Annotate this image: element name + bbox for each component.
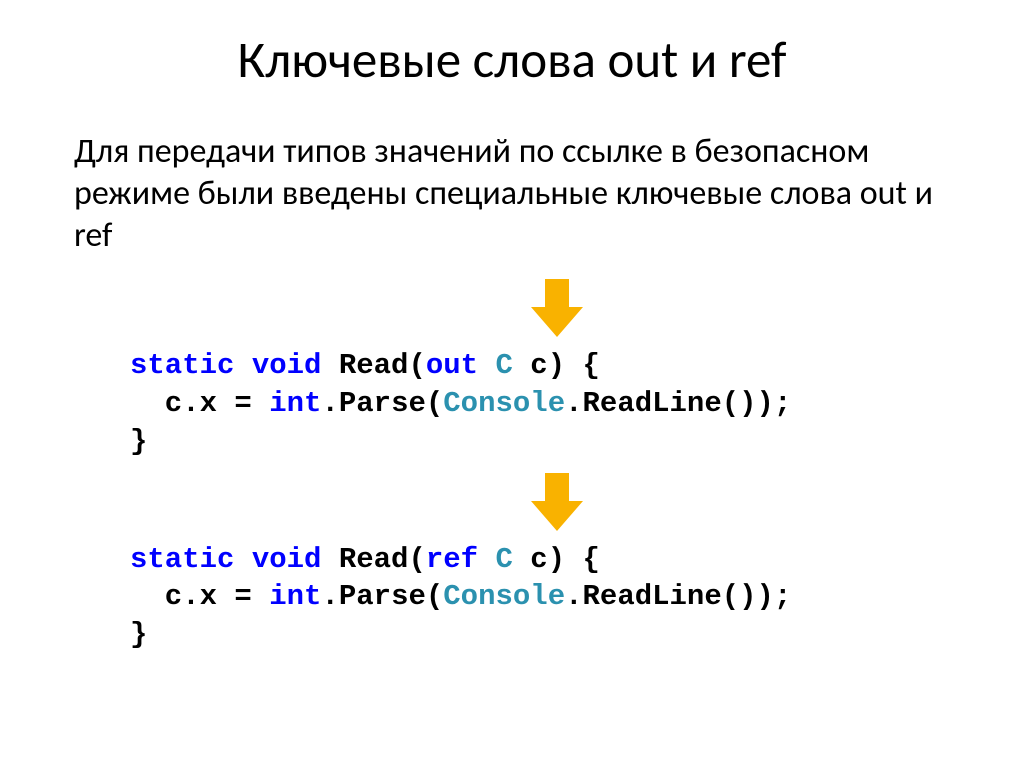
type: Console [443, 580, 565, 613]
code-text: c.x = [130, 580, 269, 613]
arrow-down-1-wrap [164, 277, 950, 341]
kw-ref: ref [426, 543, 478, 576]
code-text: .ReadLine()); [565, 580, 791, 613]
arrow-down-2-wrap [164, 471, 950, 535]
code-text: c) { [513, 543, 600, 576]
code-block-ref: static void Read(ref C c) { c.x = int.Pa… [130, 541, 950, 654]
code-text: Read( [321, 543, 425, 576]
kw: static void [130, 543, 321, 576]
kw-out: out [426, 349, 478, 382]
kw: int [269, 580, 321, 613]
type: C [495, 543, 512, 576]
kw: int [269, 387, 321, 420]
code-text: c.x = [130, 387, 269, 420]
slide: Ключевые слова out и ref Для передачи ти… [0, 0, 1024, 767]
code-text [478, 349, 495, 382]
code-text: .Parse( [321, 387, 443, 420]
code-text: } [130, 425, 147, 458]
code-text: Read( [321, 349, 425, 382]
code-text: c) { [513, 349, 600, 382]
arrow-down-icon [527, 471, 587, 535]
code-block-out: static void Read(out C c) { c.x = int.Pa… [130, 347, 950, 460]
kw: static void [130, 349, 321, 382]
code-text: .Parse( [321, 580, 443, 613]
type: Console [443, 387, 565, 420]
slide-title: Ключевые слова out и ref [74, 28, 950, 91]
arrow-down-icon [527, 277, 587, 341]
slide-body-text: Для передачи типов значений по ссылке в … [74, 131, 950, 257]
code-text: } [130, 618, 147, 651]
code-text [478, 543, 495, 576]
type: C [495, 349, 512, 382]
code-text: .ReadLine()); [565, 387, 791, 420]
